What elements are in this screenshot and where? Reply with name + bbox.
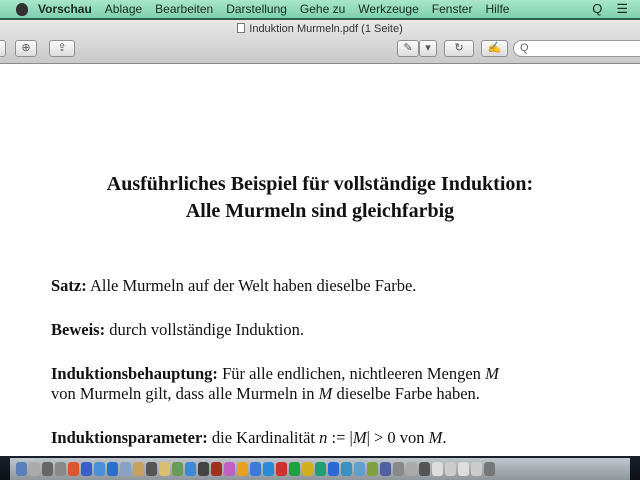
dock-app-icon[interactable]: [146, 462, 157, 476]
menu-gehe-zu[interactable]: Gehe zu: [300, 2, 345, 16]
dock-app-icon[interactable]: [68, 462, 79, 476]
notification-list-icon[interactable]: ☰: [616, 1, 628, 17]
dock-app-icon[interactable]: [81, 462, 92, 476]
ip-text: | > 0 von: [366, 428, 429, 447]
dock-shelf: [10, 458, 630, 480]
window-toolbar: Induktion Murmeln.pdf (1 Seite) ⊕ ⇪ ✎ ▾ …: [0, 20, 640, 64]
math-m: M: [428, 428, 443, 447]
dock-app-icon[interactable]: [484, 462, 495, 476]
dock-app-icon[interactable]: [341, 462, 352, 476]
dock-app-icon[interactable]: [237, 462, 248, 476]
dock-app-icon[interactable]: [172, 462, 183, 476]
dock-app-icon[interactable]: [432, 462, 443, 476]
dock-app-icon[interactable]: [107, 462, 118, 476]
satz-paragraph: Satz: Alle Murmeln auf der Welt haben di…: [51, 276, 416, 296]
edit-toolbar-button[interactable]: ✍: [481, 40, 508, 57]
dock-app-icon[interactable]: [211, 462, 222, 476]
menu-werkzeuge[interactable]: Werkzeuge: [358, 2, 418, 16]
ip-text: .: [442, 428, 447, 447]
menu-bearbeiten[interactable]: Bearbeiten: [155, 2, 213, 16]
dock-app-icon[interactable]: [29, 462, 40, 476]
window-title: Induktion Murmeln.pdf (1 Seite): [0, 23, 640, 35]
rotate-button[interactable]: ↻: [444, 40, 474, 57]
math-m: M: [485, 364, 499, 383]
dock-app-icon[interactable]: [471, 462, 482, 476]
satz-label: Satz:: [51, 276, 87, 295]
zoom-in-button[interactable]: ⊕: [15, 40, 37, 57]
ib-text: Für alle endlichen, nichtleeren Mengen: [217, 364, 486, 383]
math-m: M: [318, 384, 333, 403]
annotate-menu-button[interactable]: ▾: [419, 40, 437, 57]
dock-app-icon[interactable]: [250, 462, 261, 476]
window-title-text: Induktion Murmeln.pdf (1 Seite): [249, 23, 403, 35]
dock-app-icon[interactable]: [445, 462, 456, 476]
doc-title-line1: Ausführliches Beispiel für vollständige …: [106, 173, 534, 195]
spotlight-search-icon[interactable]: Q: [592, 1, 602, 17]
dock-app-icon[interactable]: [159, 462, 170, 476]
dock-app-icon[interactable]: [94, 462, 105, 476]
ip-label: Induktionsparameter:: [51, 428, 208, 447]
dock: [0, 456, 640, 480]
menu-hilfe[interactable]: Hilfe: [485, 2, 509, 16]
dock-app-icon[interactable]: [55, 462, 66, 476]
beweis-paragraph: Beweis: durch vollständige Induktion.: [51, 320, 304, 340]
induktionsbehauptung-line2: von Murmeln gilt, dass alle Murmeln in M…: [51, 384, 480, 404]
menu-ablage[interactable]: Ablage: [105, 2, 142, 16]
dock-app-icon[interactable]: [393, 462, 404, 476]
math-m: M: [352, 428, 367, 447]
dock-app-icon[interactable]: [224, 462, 235, 476]
beweis-text: durch vollständige Induktion.: [105, 320, 304, 339]
dock-app-icon[interactable]: [406, 462, 417, 476]
dock-app-icon[interactable]: [133, 462, 144, 476]
pdf-page: Ausführliches Beispiel für vollständige …: [0, 65, 640, 455]
dock-app-icon[interactable]: [458, 462, 469, 476]
dock-app-icon[interactable]: [367, 462, 378, 476]
menu-fenster[interactable]: Fenster: [432, 2, 473, 16]
dock-app-icon[interactable]: [276, 462, 287, 476]
zoom-out-button[interactable]: [0, 40, 6, 57]
induktionsparameter-paragraph: Induktionsparameter: die Kardinalität n …: [51, 428, 447, 448]
menu-darstellung[interactable]: Darstellung: [226, 2, 287, 16]
annotate-button[interactable]: ✎: [397, 40, 419, 57]
ib-label: Induktionsbehauptung:: [51, 364, 218, 383]
dock-app-icon[interactable]: [263, 462, 274, 476]
share-button[interactable]: ⇪: [49, 40, 75, 57]
beweis-label: Beweis:: [51, 320, 106, 339]
satz-text: Alle Murmeln auf der Welt haben dieselbe…: [86, 276, 417, 295]
dock-app-icon[interactable]: [302, 462, 313, 476]
menu-bar: Vorschau Ablage Bearbeiten Darstellung G…: [0, 0, 640, 20]
ip-text: := |: [327, 428, 353, 447]
dock-app-icon[interactable]: [419, 462, 430, 476]
dock-app-icon[interactable]: [354, 462, 365, 476]
ib-text: von Murmeln gilt, dass alle Murmeln in: [51, 384, 319, 403]
doc-title-line2: Alle Murmeln sind gleichfarbig: [185, 200, 455, 222]
ib-text: dieselbe Farbe haben.: [332, 384, 480, 403]
ip-text: die Kardinalität: [207, 428, 320, 447]
dock-app-icon[interactable]: [16, 462, 27, 476]
induktionsbehauptung-line1: Induktionsbehauptung: Für alle endlichen…: [51, 364, 499, 384]
dock-app-icon[interactable]: [289, 462, 300, 476]
menu-app[interactable]: Vorschau: [38, 2, 92, 16]
search-input[interactable]: Q: [513, 40, 640, 57]
dock-app-icon[interactable]: [185, 462, 196, 476]
dock-app-icon[interactable]: [328, 462, 339, 476]
document-icon: [237, 23, 246, 33]
dock-app-icon[interactable]: [380, 462, 391, 476]
dock-app-icon[interactable]: [42, 462, 53, 476]
dock-app-icon[interactable]: [198, 462, 209, 476]
apple-icon[interactable]: [16, 2, 28, 16]
dock-app-icon[interactable]: [315, 462, 326, 476]
dock-app-icon[interactable]: [120, 462, 131, 476]
